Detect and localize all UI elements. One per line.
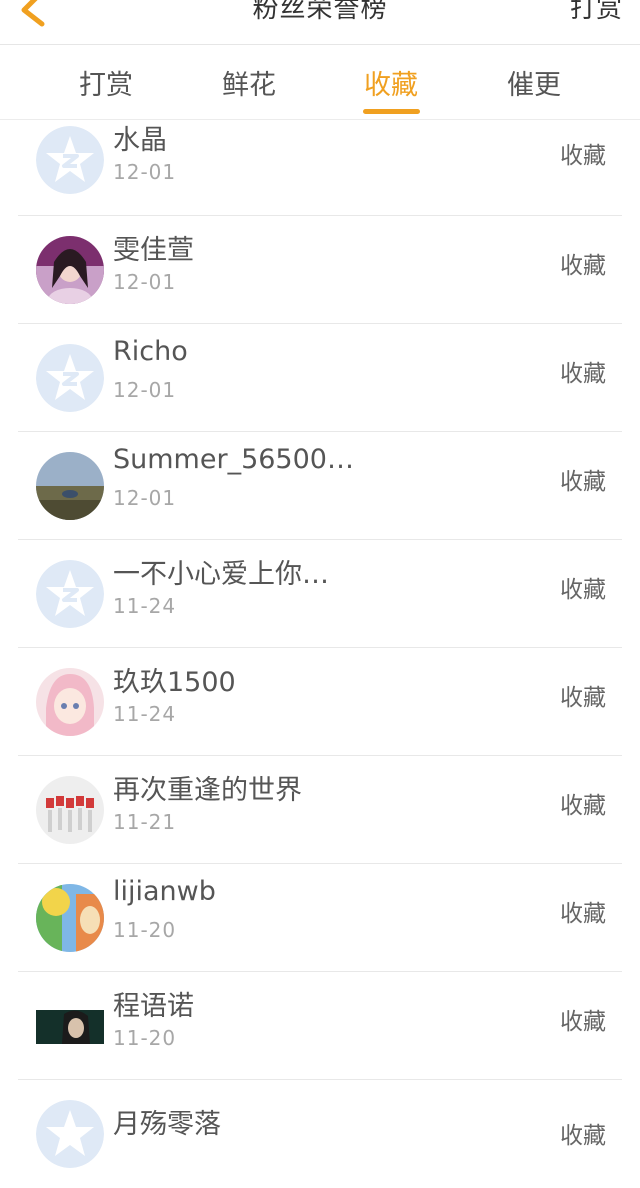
default-avatar-icon <box>36 560 104 628</box>
user-name: Richo <box>113 336 188 367</box>
tab-urge-update[interactable]: 催更 <box>463 63 605 102</box>
tab-flowers[interactable]: 鲜花 <box>178 63 320 102</box>
date-label: 11-24 <box>113 594 177 618</box>
list-item[interactable]: 玖玖1500 11-24 收藏 <box>0 648 640 756</box>
date-label: 12-01 <box>113 270 177 294</box>
list-item[interactable]: 雯佳萱 12-01 收藏 <box>0 216 640 324</box>
date-label: 11-20 <box>113 1026 177 1050</box>
date-label: 12-01 <box>113 486 177 510</box>
user-name: 水晶 <box>113 125 167 156</box>
list-item[interactable]: lijianwb 11-20 收藏 <box>0 864 640 972</box>
user-name: lijianwb <box>113 876 216 907</box>
list-item[interactable]: 再次重逢的世界 11-21 收藏 <box>0 756 640 864</box>
top-navigation-bar: 粉丝荣誉榜 打赏 <box>0 0 640 45</box>
action-label: 收藏 <box>560 1123 606 1149</box>
user-name: 玖玖1500 <box>113 667 236 698</box>
list-item[interactable]: Richo 12-01 收藏 <box>0 324 640 432</box>
tip-link[interactable]: 打赏 <box>570 0 622 25</box>
user-name: 月殇零落 <box>113 1109 221 1140</box>
user-photo-avatar <box>36 776 104 844</box>
user-photo-avatar <box>36 992 104 1060</box>
date-label: 12-01 <box>113 160 177 184</box>
action-label: 收藏 <box>560 253 606 279</box>
default-avatar-icon <box>36 1100 104 1168</box>
user-name: 雯佳萱 <box>113 235 194 266</box>
action-label: 收藏 <box>560 901 606 927</box>
date-label: 11-21 <box>113 810 177 834</box>
tab-favorites[interactable]: 收藏 <box>320 63 462 102</box>
default-avatar-icon <box>36 126 104 194</box>
action-label: 收藏 <box>560 793 606 819</box>
list-item[interactable]: 月殇零落 收藏 <box>0 1080 640 1188</box>
list-item[interactable]: 水晶 12-01 收藏 <box>0 108 640 216</box>
action-label: 收藏 <box>560 577 606 603</box>
user-photo-avatar <box>36 884 104 952</box>
list-item[interactable]: 一不小心爱上你… 11-24 收藏 <box>0 540 640 648</box>
user-photo-avatar <box>36 452 104 520</box>
default-avatar-icon <box>36 344 104 412</box>
user-name: Summer_56500… <box>113 444 354 475</box>
list-item[interactable]: 程语诺 11-20 收藏 <box>0 972 640 1080</box>
user-name: 再次重逢的世界 <box>113 775 302 806</box>
action-label: 收藏 <box>560 361 606 387</box>
action-label: 收藏 <box>560 143 606 169</box>
page-title: 粉丝荣誉榜 <box>252 0 388 24</box>
user-name: 程语诺 <box>113 991 194 1022</box>
action-label: 收藏 <box>560 469 606 495</box>
date-label: 11-24 <box>113 702 177 726</box>
user-name: 一不小心爱上你… <box>113 559 329 590</box>
action-label: 收藏 <box>560 1009 606 1035</box>
date-label: 11-20 <box>113 918 177 942</box>
list-item[interactable]: Summer_56500… 12-01 收藏 <box>0 432 640 540</box>
date-label: 12-01 <box>113 378 177 402</box>
user-photo-avatar <box>36 236 104 304</box>
action-label: 收藏 <box>560 685 606 711</box>
tab-tip[interactable]: 打赏 <box>35 63 177 102</box>
user-photo-avatar <box>36 668 104 736</box>
